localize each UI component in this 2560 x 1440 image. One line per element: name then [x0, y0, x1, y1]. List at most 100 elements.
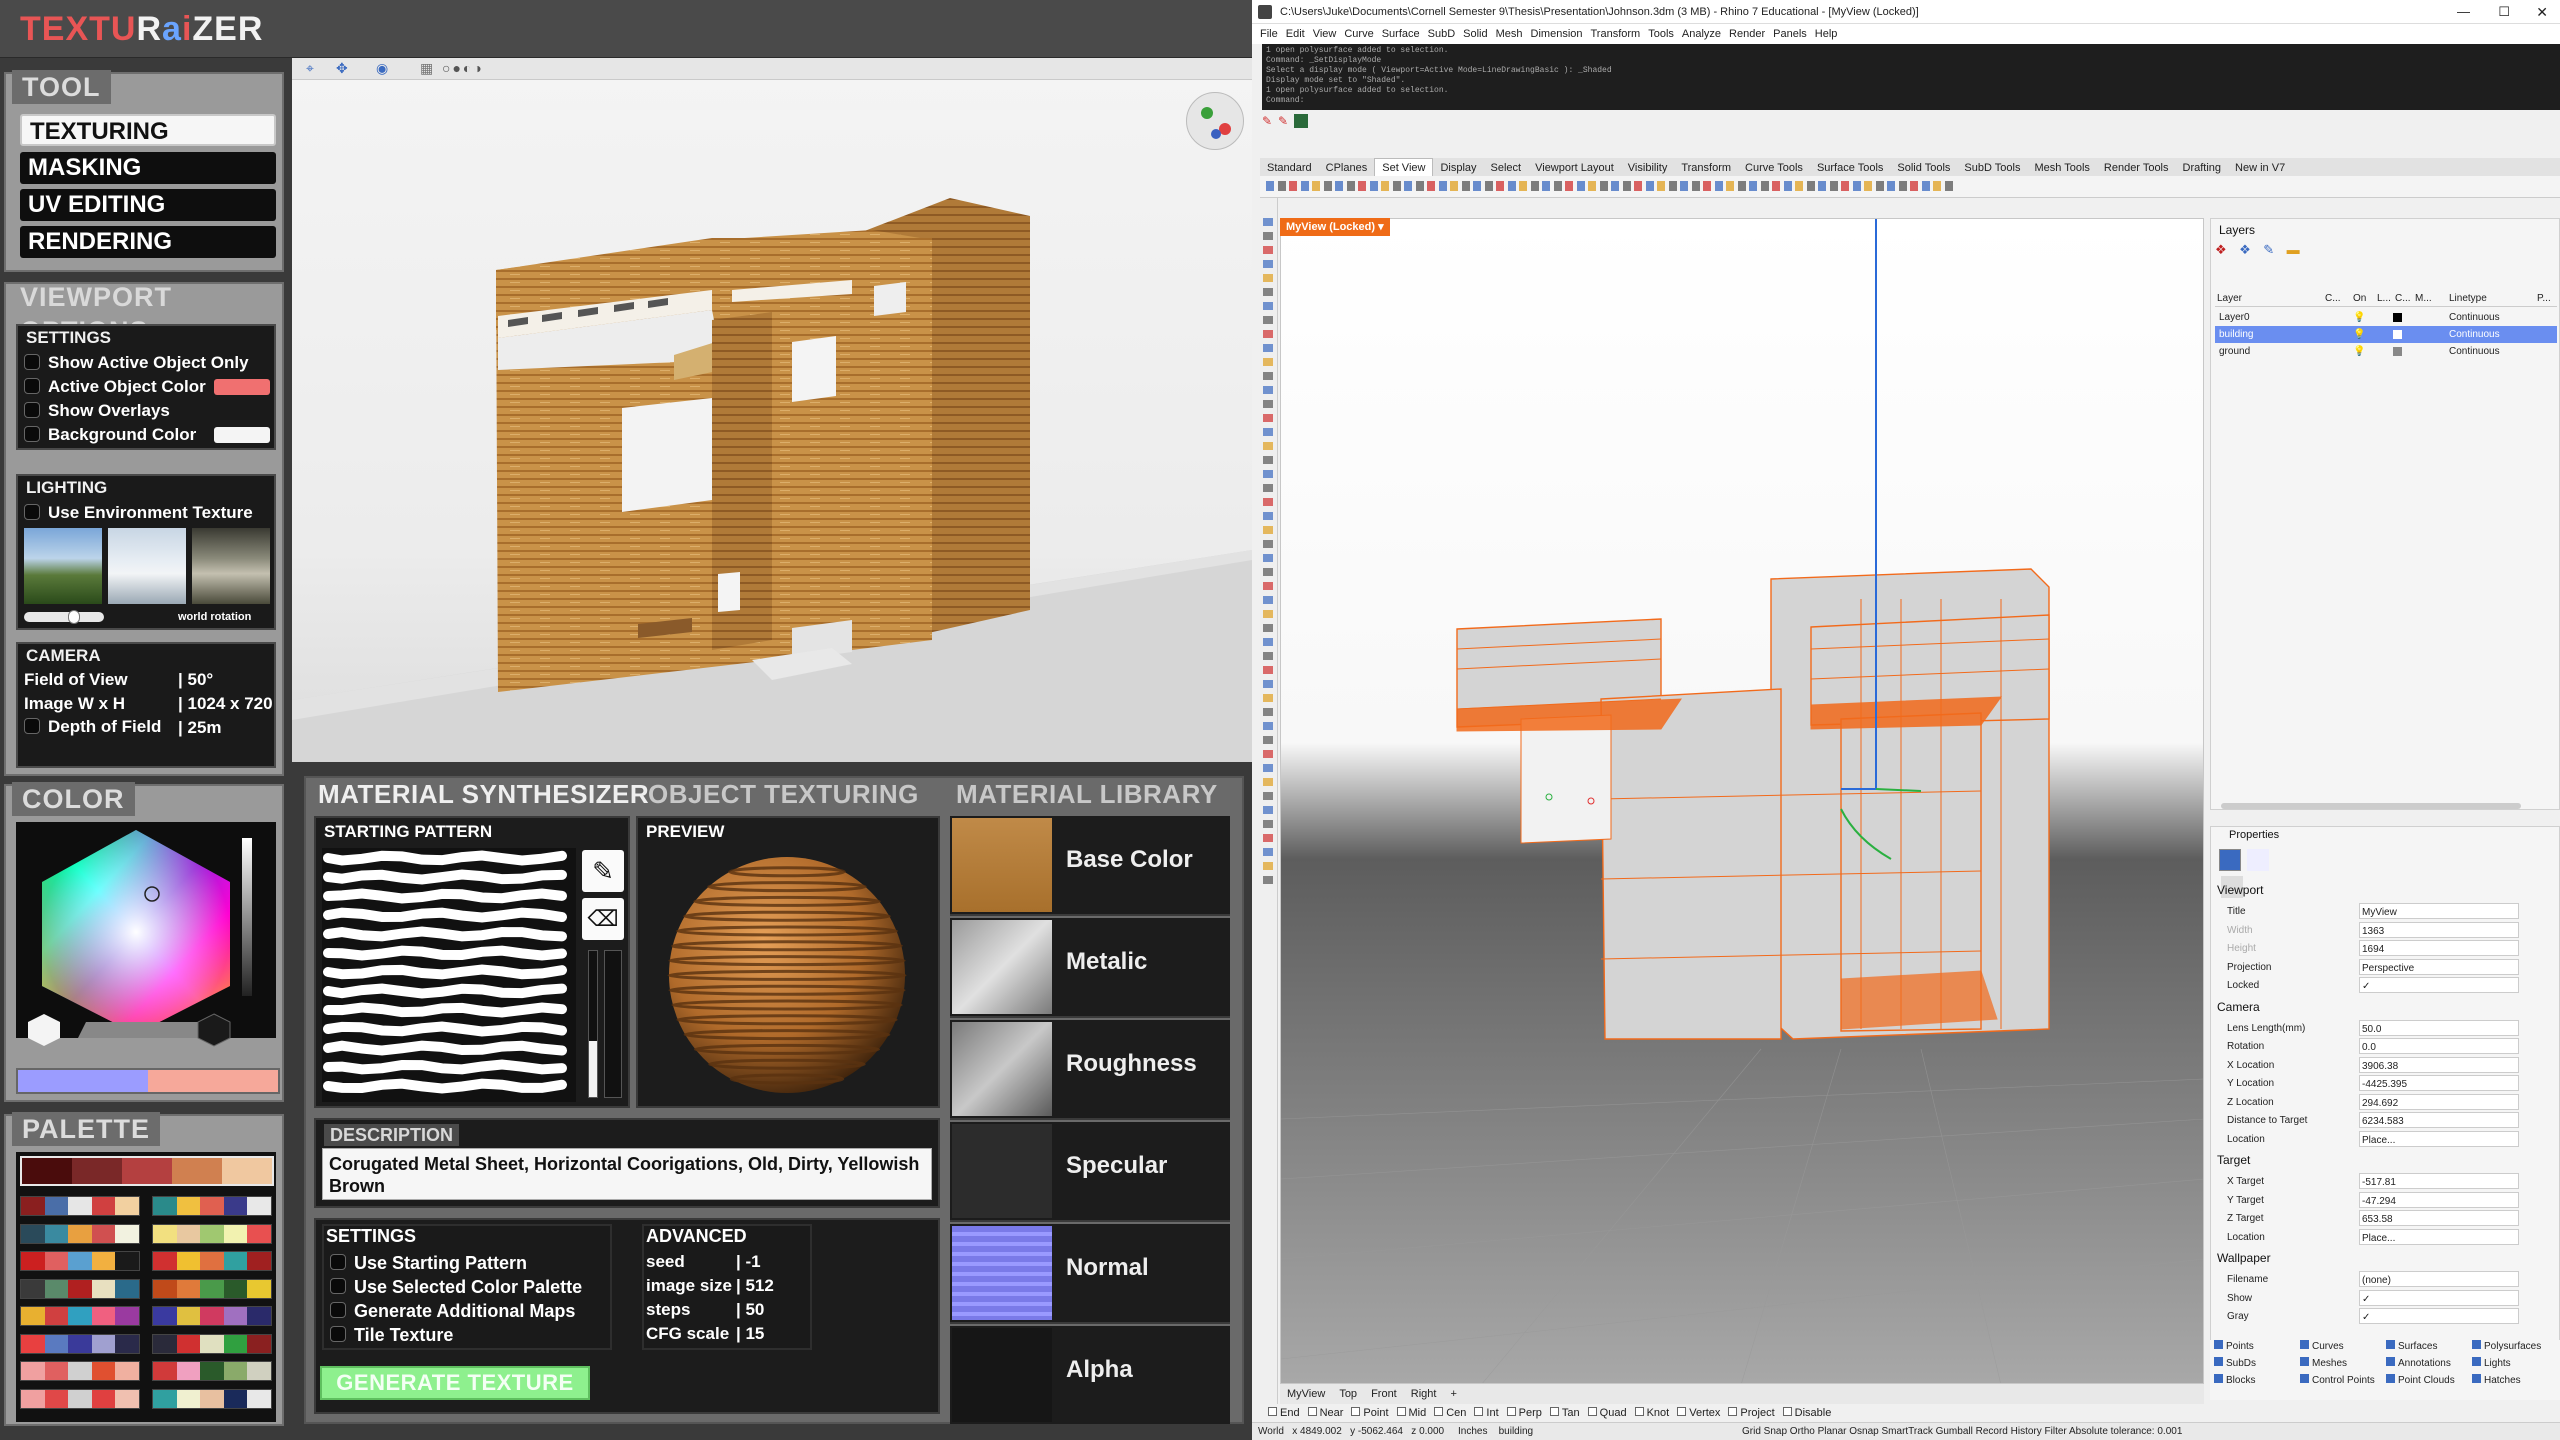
- tool-icon[interactable]: [1263, 848, 1273, 856]
- layer-row[interactable]: ground 💡 Continuous: [2215, 343, 2557, 360]
- tool-icon[interactable]: [1921, 181, 1930, 191]
- generate-additional-maps-checkbox[interactable]: Generate Additional Maps: [330, 1300, 575, 1322]
- tool-icon[interactable]: [1263, 778, 1273, 786]
- move-icon[interactable]: ✥: [336, 60, 348, 77]
- tool-icon[interactable]: [1263, 834, 1273, 842]
- tool-icon[interactable]: [1263, 344, 1273, 352]
- toolbar-tab[interactable]: New in V7: [2228, 159, 2292, 177]
- layer-color-swatch[interactable]: [2393, 347, 2402, 356]
- tool-icon[interactable]: [1263, 708, 1273, 716]
- menu-curve[interactable]: Curve: [1344, 24, 1373, 44]
- tool-icon[interactable]: [1473, 181, 1481, 191]
- osnap-checkbox[interactable]: Disable: [1782, 1404, 1831, 1422]
- starting-pattern-canvas[interactable]: [322, 848, 576, 1102]
- filter-checkbox[interactable]: Annotations: [2386, 1357, 2451, 1369]
- layer-column[interactable]: L...: [2377, 293, 2391, 304]
- tool-icon[interactable]: [1381, 181, 1389, 191]
- property-value[interactable]: 1694: [2359, 940, 2519, 956]
- palette-row[interactable]: [20, 1196, 140, 1216]
- tool-icon[interactable]: [1427, 181, 1435, 191]
- toolbar-tab[interactable]: Set View: [1374, 158, 1434, 177]
- property-value[interactable]: ✓: [2359, 1308, 2519, 1324]
- tool-icon[interactable]: [1806, 181, 1815, 191]
- menu-panels[interactable]: Panels: [1773, 24, 1807, 44]
- tool-icon[interactable]: [1263, 386, 1273, 394]
- tool-icon[interactable]: [1263, 736, 1273, 744]
- delete-layer-icon[interactable]: ✎: [2263, 242, 2274, 257]
- tab-material-library[interactable]: MATERIAL LIBRARY: [952, 780, 1222, 808]
- menu-analyze[interactable]: Analyze: [1682, 24, 1721, 44]
- osnap-checkbox[interactable]: End: [1268, 1404, 1300, 1422]
- layer-column[interactable]: P...: [2537, 293, 2551, 304]
- viewport-tab[interactable]: Top: [1332, 1384, 1364, 1404]
- depth-of-field-checkbox[interactable]: Depth of Field: [24, 716, 161, 738]
- map-alpha[interactable]: Alpha: [950, 1326, 1230, 1426]
- tool-icon[interactable]: [1737, 181, 1746, 191]
- close-icon[interactable]: ✕: [2536, 0, 2548, 24]
- selected-palette[interactable]: [20, 1156, 274, 1186]
- tool-icon[interactable]: [1263, 582, 1273, 590]
- tool-icon[interactable]: [1772, 181, 1780, 191]
- advanced-value[interactable]: | 512: [736, 1276, 774, 1296]
- generate-texture-button[interactable]: GENERATE TEXTURE: [320, 1366, 590, 1400]
- filter-checkbox[interactable]: Hatches: [2472, 1374, 2521, 1386]
- toolbar-tab[interactable]: Mesh Tools: [2027, 159, 2096, 177]
- color-gradient-bar[interactable]: [16, 1068, 280, 1094]
- show-overlays-checkbox[interactable]: Show Overlays: [24, 400, 170, 422]
- toolbar-tab[interactable]: Viewport Layout: [1528, 159, 1621, 177]
- toolbar-tab[interactable]: Surface Tools: [1810, 159, 1890, 177]
- sublayer-icon[interactable]: ❖: [2239, 242, 2251, 257]
- maximize-icon[interactable]: ☐: [2498, 0, 2510, 24]
- tool-icon[interactable]: [1266, 181, 1274, 191]
- use-starting-pattern-checkbox[interactable]: Use Starting Pattern: [330, 1252, 527, 1274]
- sphere-icon[interactable]: ◉: [376, 60, 388, 77]
- tool-icon[interactable]: [1898, 181, 1907, 191]
- light-bulb-icon[interactable]: 💡: [2353, 309, 2365, 326]
- tool-icon[interactable]: [1933, 181, 1941, 191]
- tool-icon[interactable]: [1703, 181, 1711, 191]
- palette-row[interactable]: [152, 1333, 272, 1354]
- map-base-color[interactable]: Base Color: [950, 816, 1230, 916]
- tool-icon[interactable]: [1611, 181, 1619, 191]
- palette-grid[interactable]: [20, 1196, 274, 1418]
- palette-row[interactable]: [20, 1306, 140, 1326]
- property-value[interactable]: (none): [2359, 1271, 2519, 1287]
- brightness-slider[interactable]: [242, 838, 252, 996]
- tool-icon[interactable]: [1818, 181, 1826, 191]
- osnap-checkbox[interactable]: Mid: [1396, 1404, 1426, 1422]
- toolbar-tab[interactable]: CPlanes: [1319, 159, 1375, 177]
- tool-icon[interactable]: [1335, 181, 1343, 191]
- filter-checkbox[interactable]: SubDs: [2214, 1357, 2256, 1369]
- property-value[interactable]: 1363: [2359, 921, 2519, 938]
- navigation-gizmo[interactable]: [1186, 92, 1244, 150]
- map-specular[interactable]: Specular: [950, 1122, 1230, 1222]
- toolbar-tab[interactable]: Select: [1484, 159, 1529, 177]
- slider-handle[interactable]: [68, 610, 80, 624]
- tool-icon[interactable]: [1300, 181, 1309, 191]
- rhino-viewport[interactable]: [1280, 218, 2204, 1384]
- light-icon[interactable]: [2247, 849, 2270, 871]
- tool-icon[interactable]: [1312, 181, 1320, 191]
- menu-view[interactable]: View: [1313, 24, 1337, 44]
- property-value[interactable]: -4425.395: [2359, 1075, 2519, 1091]
- property-value[interactable]: -517.81: [2359, 1173, 2519, 1189]
- tool-icon[interactable]: [1263, 680, 1273, 688]
- tool-masking-button[interactable]: MASKING: [20, 152, 276, 184]
- palette-row[interactable]: [20, 1278, 140, 1299]
- tool-icon[interactable]: [1795, 181, 1803, 191]
- tool-icon[interactable]: [1668, 181, 1677, 191]
- tool-icon[interactable]: [1263, 274, 1273, 282]
- menu-subd[interactable]: SubD: [1428, 24, 1456, 44]
- tool-icon[interactable]: [1263, 400, 1273, 408]
- advanced-value[interactable]: | 50: [736, 1300, 764, 1320]
- osnap-checkbox[interactable]: Perp: [1506, 1404, 1542, 1422]
- layer-row[interactable]: building 💡 Continuous: [2215, 326, 2557, 343]
- palette-row[interactable]: [152, 1278, 272, 1299]
- use-environment-texture-checkbox[interactable]: Use Environment Texture: [24, 502, 253, 524]
- tool-icon[interactable]: [1263, 358, 1273, 366]
- filter-checkbox[interactable]: Control Points: [2300, 1374, 2375, 1386]
- palette-row[interactable]: [152, 1361, 272, 1381]
- menu-edit[interactable]: Edit: [1286, 24, 1305, 44]
- tool-icon[interactable]: [1263, 554, 1273, 562]
- toolbar-tab[interactable]: Render Tools: [2097, 159, 2176, 177]
